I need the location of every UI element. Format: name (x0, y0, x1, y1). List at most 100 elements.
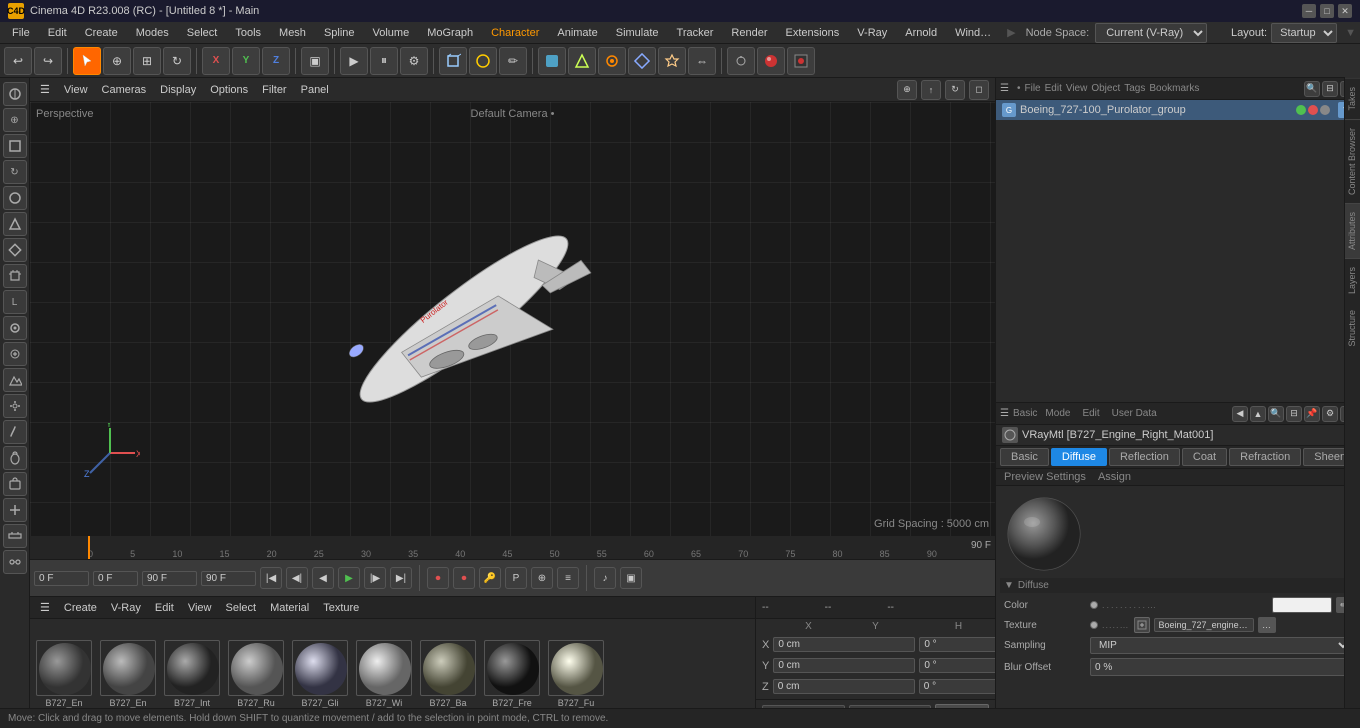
tab-basic[interactable]: Basic (1000, 448, 1049, 466)
tab-refraction[interactable]: Refraction (1229, 448, 1301, 466)
menu-select[interactable]: Select (179, 25, 226, 41)
left-btn-15[interactable] (3, 446, 27, 470)
menu-animate[interactable]: Animate (549, 25, 605, 41)
attr-edit-label[interactable]: Edit (1078, 407, 1103, 420)
mat-item-7[interactable]: B727_Fre (482, 640, 542, 708)
mat-swatch-4[interactable] (292, 640, 348, 696)
axis-y-btn[interactable]: Y (232, 47, 260, 75)
vp-ctrl-2[interactable]: ↑ (921, 80, 941, 100)
current-frame-input[interactable] (34, 571, 89, 586)
mat-item-1[interactable]: B727_En (98, 640, 158, 708)
vp-menu-cameras[interactable]: Cameras (98, 83, 151, 97)
mode-btn[interactable]: P (505, 567, 527, 589)
left-btn-2[interactable]: ⊕ (3, 108, 27, 132)
menu-simulate[interactable]: Simulate (608, 25, 667, 41)
mat-item-6[interactable]: B727_Ba (418, 640, 478, 708)
blur-offset-value[interactable]: 0 % (1090, 658, 1352, 676)
menu-window[interactable]: Wind… (947, 25, 999, 41)
om-object[interactable]: Object (1091, 83, 1120, 94)
obj3-btn[interactable] (598, 47, 626, 75)
left-btn-4[interactable]: ↻ (3, 160, 27, 184)
mat-menu-material[interactable]: Material (266, 601, 313, 615)
undo-btn[interactable]: ↩ (4, 47, 32, 75)
scale-tool-btn[interactable]: ⊞ (133, 47, 161, 75)
vert-tab-content[interactable]: Content Browser (1345, 119, 1360, 203)
om-edit[interactable]: Edit (1045, 83, 1062, 94)
om-search-btn[interactable]: 🔍 (1304, 81, 1320, 97)
attr-user-data-label[interactable]: User Data (1108, 407, 1161, 420)
mat-item-0[interactable]: B727_En (34, 640, 94, 708)
pencil-btn[interactable]: ✏ (499, 47, 527, 75)
select-tool-btn[interactable] (73, 47, 101, 75)
vp-menu-options[interactable]: Options (206, 83, 252, 97)
next-frame-btn[interactable]: |▶ (364, 567, 386, 589)
preview-btn[interactable]: ⊕ (531, 567, 553, 589)
vert-tab-attributes[interactable]: Attributes (1345, 203, 1360, 258)
left-btn-6[interactable] (3, 212, 27, 236)
vert-tab-structure[interactable]: Structure (1345, 302, 1360, 355)
texture-browse-btn[interactable]: … (1258, 617, 1276, 633)
coord-y-pos[interactable] (773, 658, 915, 673)
diffuse-section-header[interactable]: ▼ Diffuse (1000, 578, 1356, 593)
vp-menu-hamburger[interactable]: ☰ (36, 82, 54, 97)
left-btn-10[interactable] (3, 316, 27, 340)
left-btn-8[interactable] (3, 264, 27, 288)
menu-volume[interactable]: Volume (365, 25, 418, 41)
axis-x-btn[interactable]: X (202, 47, 230, 75)
mat-swatch-6[interactable] (420, 640, 476, 696)
attr-filter-btn[interactable]: ⊟ (1286, 406, 1302, 422)
vp-menu-view[interactable]: View (60, 83, 92, 97)
coord-z-pos[interactable] (773, 679, 915, 694)
mat-item-5[interactable]: B727_Wi (354, 640, 414, 708)
mat-menu-vray[interactable]: V-Ray (107, 601, 145, 615)
sound-btn[interactable]: ♪ (594, 567, 616, 589)
menu-mesh[interactable]: Mesh (271, 25, 314, 41)
vp-ctrl-3[interactable]: ↻ (945, 80, 965, 100)
left-btn-12[interactable] (3, 368, 27, 392)
om-tags[interactable]: Tags (1124, 83, 1145, 94)
left-btn-13[interactable] (3, 394, 27, 418)
axis-z-btn[interactable]: Z (262, 47, 290, 75)
left-btn-16[interactable] (3, 472, 27, 496)
timeline-ruler[interactable]: 0 5 10 15 20 25 30 35 40 45 50 55 60 65 (30, 536, 995, 560)
render2-btn[interactable] (787, 47, 815, 75)
left-btn-11[interactable] (3, 342, 27, 366)
mat-item-2[interactable]: B727_Int (162, 640, 222, 708)
mat-item-8[interactable]: B727_Fu (546, 640, 606, 708)
tab-coat[interactable]: Coat (1182, 448, 1227, 466)
sampling-select[interactable]: MIP (1090, 637, 1352, 654)
obj1-btn[interactable] (538, 47, 566, 75)
left-btn-3[interactable] (3, 134, 27, 158)
move-tool-btn[interactable]: ⊕ (103, 47, 131, 75)
rotate-tool-btn[interactable]: ↻ (163, 47, 191, 75)
render-btn[interactable] (757, 47, 785, 75)
mat-swatch-1[interactable] (100, 640, 156, 696)
mat-swatch-2[interactable] (164, 640, 220, 696)
vp-menu-filter[interactable]: Filter (258, 83, 290, 97)
om-hamburger[interactable]: ☰ (1000, 83, 1009, 94)
tool2-btn[interactable]: ▶ (340, 47, 368, 75)
om-filter-btn[interactable]: ⊟ (1322, 81, 1338, 97)
object-manager-row[interactable]: G Boeing_727-100_Purolator_group V (996, 100, 1360, 120)
tab-reflection[interactable]: Reflection (1109, 448, 1180, 466)
menu-create[interactable]: Create (77, 25, 126, 41)
go-start-btn[interactable]: |◀ (260, 567, 282, 589)
left-btn-18[interactable] (3, 524, 27, 548)
go-end-btn[interactable]: ▶| (390, 567, 412, 589)
attr-mode[interactable]: Basic (1013, 408, 1037, 419)
viewport[interactable]: Perspective Default Camera • Grid Spacin… (30, 102, 995, 536)
minimize-btn[interactable]: ─ (1302, 4, 1316, 18)
mat-swatch-8[interactable] (548, 640, 604, 696)
obj5-btn[interactable] (658, 47, 686, 75)
attr-up-btn[interactable]: ▲ (1250, 406, 1266, 422)
mat-menu-view[interactable]: View (184, 601, 216, 615)
menu-edit[interactable]: Edit (40, 25, 75, 41)
object-vis-off[interactable] (1308, 105, 1318, 115)
attr-settings-btn[interactable]: ⚙ (1322, 406, 1338, 422)
attr-mode-label[interactable]: Mode (1041, 407, 1074, 420)
end-frame-input[interactable] (142, 571, 197, 586)
obj4-btn[interactable] (628, 47, 656, 75)
assign-label[interactable]: Assign (1098, 471, 1131, 483)
left-btn-17[interactable] (3, 498, 27, 522)
menu-mograph[interactable]: MoGraph (419, 25, 481, 41)
